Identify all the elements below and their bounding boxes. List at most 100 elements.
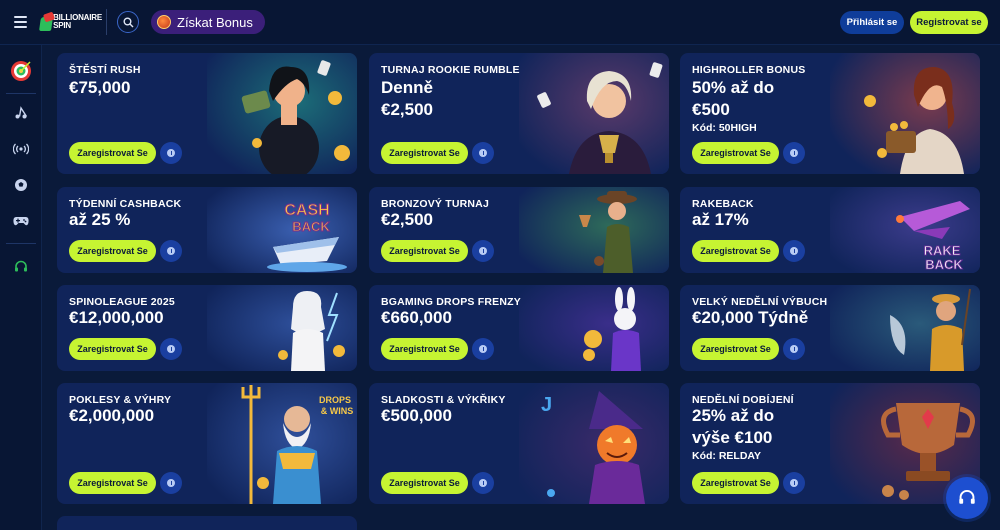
info-button[interactable] [160, 338, 182, 360]
floating-letter-icon: J [541, 394, 552, 416]
info-button[interactable] [472, 472, 494, 494]
sidebar-item-games[interactable] [0, 209, 42, 233]
register-cta-button[interactable]: Zaregistrovat Se [381, 240, 468, 262]
sidebar-item-sports[interactable] [0, 173, 42, 197]
rakeback-art-text: BACK [925, 257, 963, 272]
register-cta-button[interactable]: Zaregistrovat Se [69, 338, 156, 360]
register-cta-button[interactable]: Zaregistrovat Se [692, 472, 779, 494]
info-button[interactable] [783, 338, 805, 360]
promo-card-partial[interactable] [57, 516, 357, 530]
search-icon [123, 17, 133, 27]
info-button[interactable] [472, 240, 494, 262]
logo[interactable]: BILLIONAIRE SPIN [39, 11, 102, 31]
info-icon [479, 149, 487, 157]
info-icon [479, 345, 487, 353]
drops-wins-art-text: DROPS [319, 395, 351, 405]
bonus-gift-icon [157, 15, 171, 29]
card-title: HIGHROLLER BONUS [692, 64, 806, 76]
register-cta-button[interactable]: Zaregistrovat Se [692, 240, 779, 262]
promo-card-spinoleague[interactable]: SPINOLEAGUE 2025 €12,000,000 Zaregistrov… [57, 285, 357, 371]
music-icon [15, 106, 28, 119]
card-value: €12,000,000 [69, 308, 164, 327]
soccer-ball-icon [15, 179, 27, 191]
promo-card-bgaming-drops[interactable]: BGAMING DROPS FRENZY €660,000 Zaregistro… [369, 285, 669, 371]
promo-card-rakeback[interactable]: RAKE BACK RAKEBACK až 17% Zaregistrovat … [680, 187, 980, 273]
promo-code: Kód: RELDAY [692, 450, 762, 462]
info-icon [479, 247, 487, 255]
promo-card-big-sunday-blast[interactable]: VELKÝ NEDĚLNÍ VÝBUCH €20,000 Týdně Zareg… [680, 285, 980, 371]
register-cta-button[interactable]: Zaregistrovat Se [381, 472, 468, 494]
sidebar-item-live[interactable] [0, 137, 42, 161]
promo-art-poseidon: DROPS & WINS [207, 383, 357, 504]
promo-card-rookie-rumble[interactable]: TURNAJ ROOKIE RUMBLE Denně €2,500 Zaregi… [369, 53, 669, 174]
register-cta-button[interactable]: Zaregistrovat Se [69, 142, 156, 164]
register-cta-button[interactable]: Zaregistrovat Se [692, 142, 779, 164]
info-icon [479, 479, 487, 487]
info-button[interactable] [472, 142, 494, 164]
search-button[interactable] [117, 11, 139, 33]
logo-mark-icon [39, 11, 56, 31]
info-button[interactable] [783, 240, 805, 262]
register-cta-button[interactable]: Zaregistrovat Se [381, 142, 468, 164]
register-cta-button[interactable]: Zaregistrovat Se [69, 240, 156, 262]
card-value-line1: Denně [381, 78, 433, 97]
promo-art-rabbit [519, 285, 669, 371]
info-button[interactable] [783, 472, 805, 494]
register-cta-button[interactable]: Zaregistrovat Se [381, 338, 468, 360]
promo-art-rakeback-jet: RAKE BACK [830, 187, 980, 273]
promo-card-highroller[interactable]: HIGHROLLER BONUS 50% až do €500 Kód: 50H… [680, 53, 980, 174]
sidebar-item-music[interactable] [0, 101, 42, 125]
info-icon [167, 149, 175, 157]
register-button[interactable]: Registrovat se [910, 11, 988, 34]
info-button[interactable] [160, 472, 182, 494]
drops-wins-art-text: & WINS [321, 406, 354, 416]
sidebar-item-support[interactable] [0, 255, 42, 279]
promo-card-bronze-tournament[interactable]: BRONZOVÝ TURNAJ €2,500 Zaregistrovat Se [369, 187, 669, 273]
info-button[interactable] [783, 142, 805, 164]
info-icon [167, 247, 175, 255]
promo-art-zeus [207, 285, 357, 371]
card-value: €660,000 [381, 308, 452, 327]
promo-card-stesti-rush[interactable]: ŠTĚSTÍ RUSH €75,000 Zaregistrovat Se [57, 53, 357, 174]
info-icon [790, 345, 798, 353]
support-chat-button[interactable] [946, 477, 988, 519]
get-bonus-button[interactable]: Získat Bonus [151, 10, 265, 34]
info-button[interactable] [472, 338, 494, 360]
register-cta-button[interactable]: Zaregistrovat Se [69, 472, 156, 494]
card-value-line1: 50% až do [692, 78, 775, 97]
info-icon [790, 149, 798, 157]
promo-card-sunday-reload[interactable]: NEDĚLNÍ DOBÍJENÍ 25% až do výše €100 Kód… [680, 383, 980, 504]
promo-art-cowgirl [519, 187, 669, 273]
login-button[interactable]: Přihlásit se [840, 11, 904, 34]
sidebar-separator [6, 93, 36, 94]
info-button[interactable] [160, 240, 182, 262]
gamepad-icon [13, 217, 29, 226]
promo-art-woman-trophy [519, 53, 669, 174]
logo-line2: SPIN [53, 21, 71, 30]
headset-icon [15, 260, 27, 272]
card-value: €75,000 [69, 78, 131, 97]
target-icon [11, 61, 31, 81]
promo-card-sweets-screams[interactable]: J SLADKOSTI & VÝKŘIKY €500,000 Zaregistr… [369, 383, 669, 504]
register-cta-button[interactable]: Zaregistrovat Se [692, 338, 779, 360]
menu-icon[interactable] [0, 0, 40, 45]
info-button[interactable] [160, 142, 182, 164]
info-icon [790, 479, 798, 487]
promo-art-woman-treasure [830, 53, 980, 174]
promo-art-woman-cards [207, 53, 357, 174]
card-value-line1: 25% až do [692, 406, 775, 425]
top-header: BILLIONAIRE SPIN Získat Bonus Přihlásit … [0, 0, 1000, 45]
cashback-art-text: CASH [284, 202, 329, 219]
card-value-line2: výše €100 [692, 428, 773, 447]
live-signal-icon [13, 143, 29, 155]
promo-art-fisherman [830, 285, 980, 371]
info-icon [790, 247, 798, 255]
headset-icon [959, 489, 975, 504]
sidebar-separator [6, 243, 36, 244]
promo-card-drops-wins[interactable]: DROPS & WINS POKLESY & VÝHRY €2,000,000 … [57, 383, 357, 504]
card-title: TURNAJ ROOKIE RUMBLE [381, 64, 520, 76]
promo-card-weekly-cashback[interactable]: CASH BACK TÝDENNÍ CASHBACK až 25 % Zareg… [57, 187, 357, 273]
card-value: €20,000 Týdně [692, 308, 809, 327]
sidebar-item-promotions[interactable] [0, 57, 42, 85]
sidebar [0, 45, 42, 530]
